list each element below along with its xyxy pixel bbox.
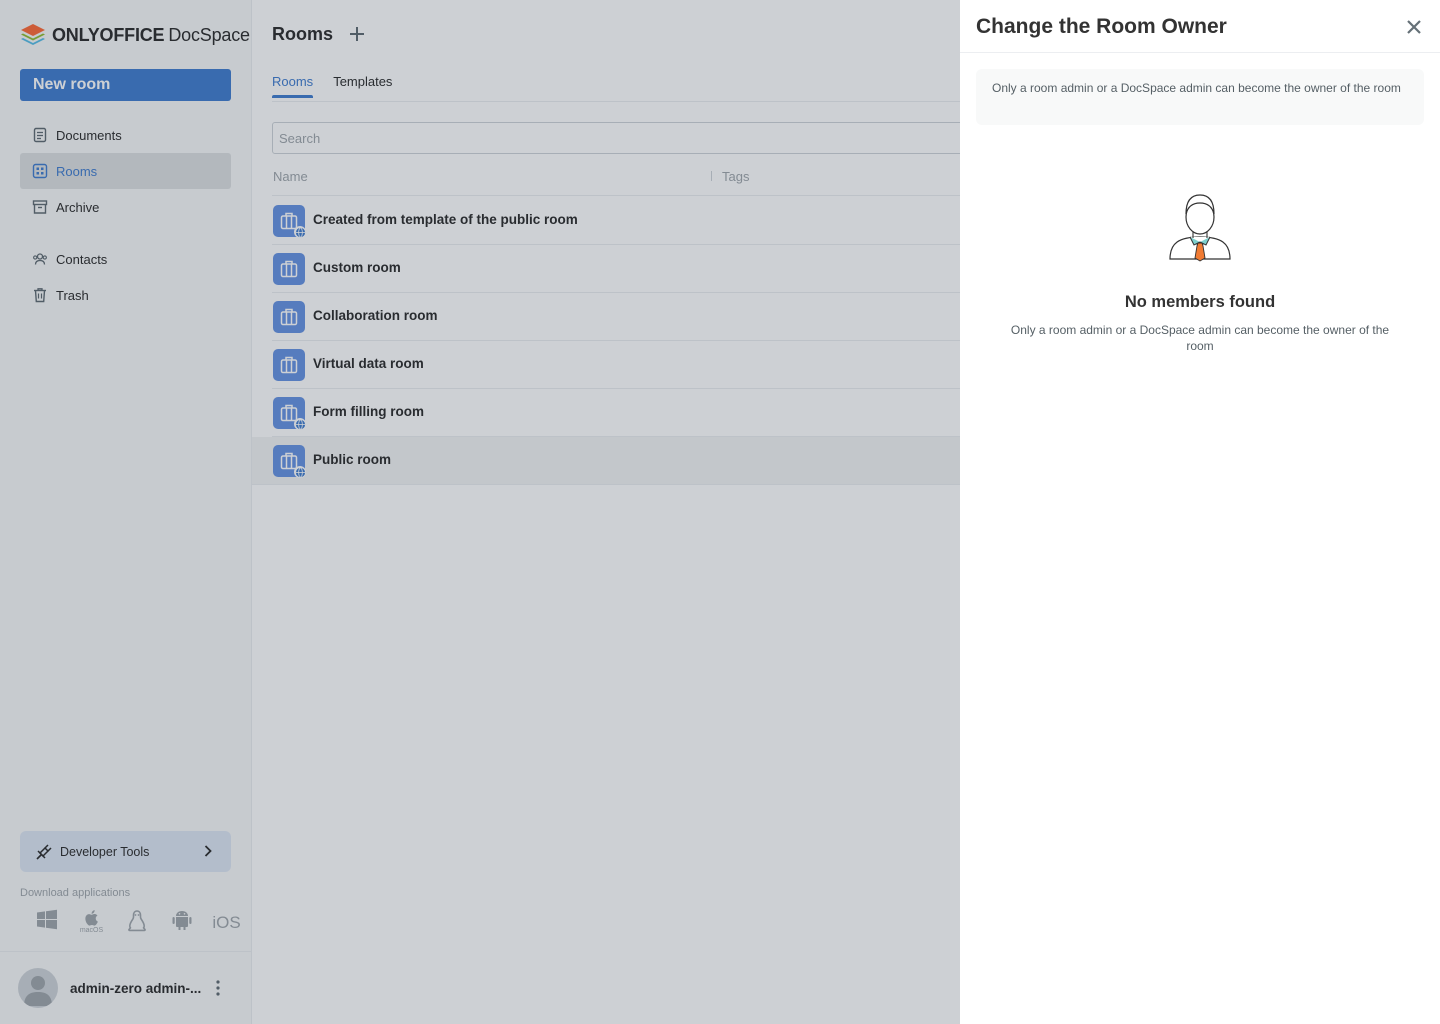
- empty-user-illustration: [1169, 194, 1231, 262]
- change-owner-panel: Change the Room Owner Only a room admin …: [960, 0, 1440, 1024]
- empty-state-description: Only a room admin or a DocSpace admin ca…: [1010, 323, 1390, 353]
- panel-header: Change the Room Owner: [960, 0, 1440, 53]
- panel-title: Change the Room Owner: [976, 15, 1227, 38]
- empty-state-title: No members found: [1124, 293, 1276, 311]
- modal-backdrop[interactable]: [0, 0, 960, 1024]
- close-icon[interactable]: [1404, 17, 1424, 37]
- info-message: Only a room admin or a DocSpace admin ca…: [976, 69, 1424, 125]
